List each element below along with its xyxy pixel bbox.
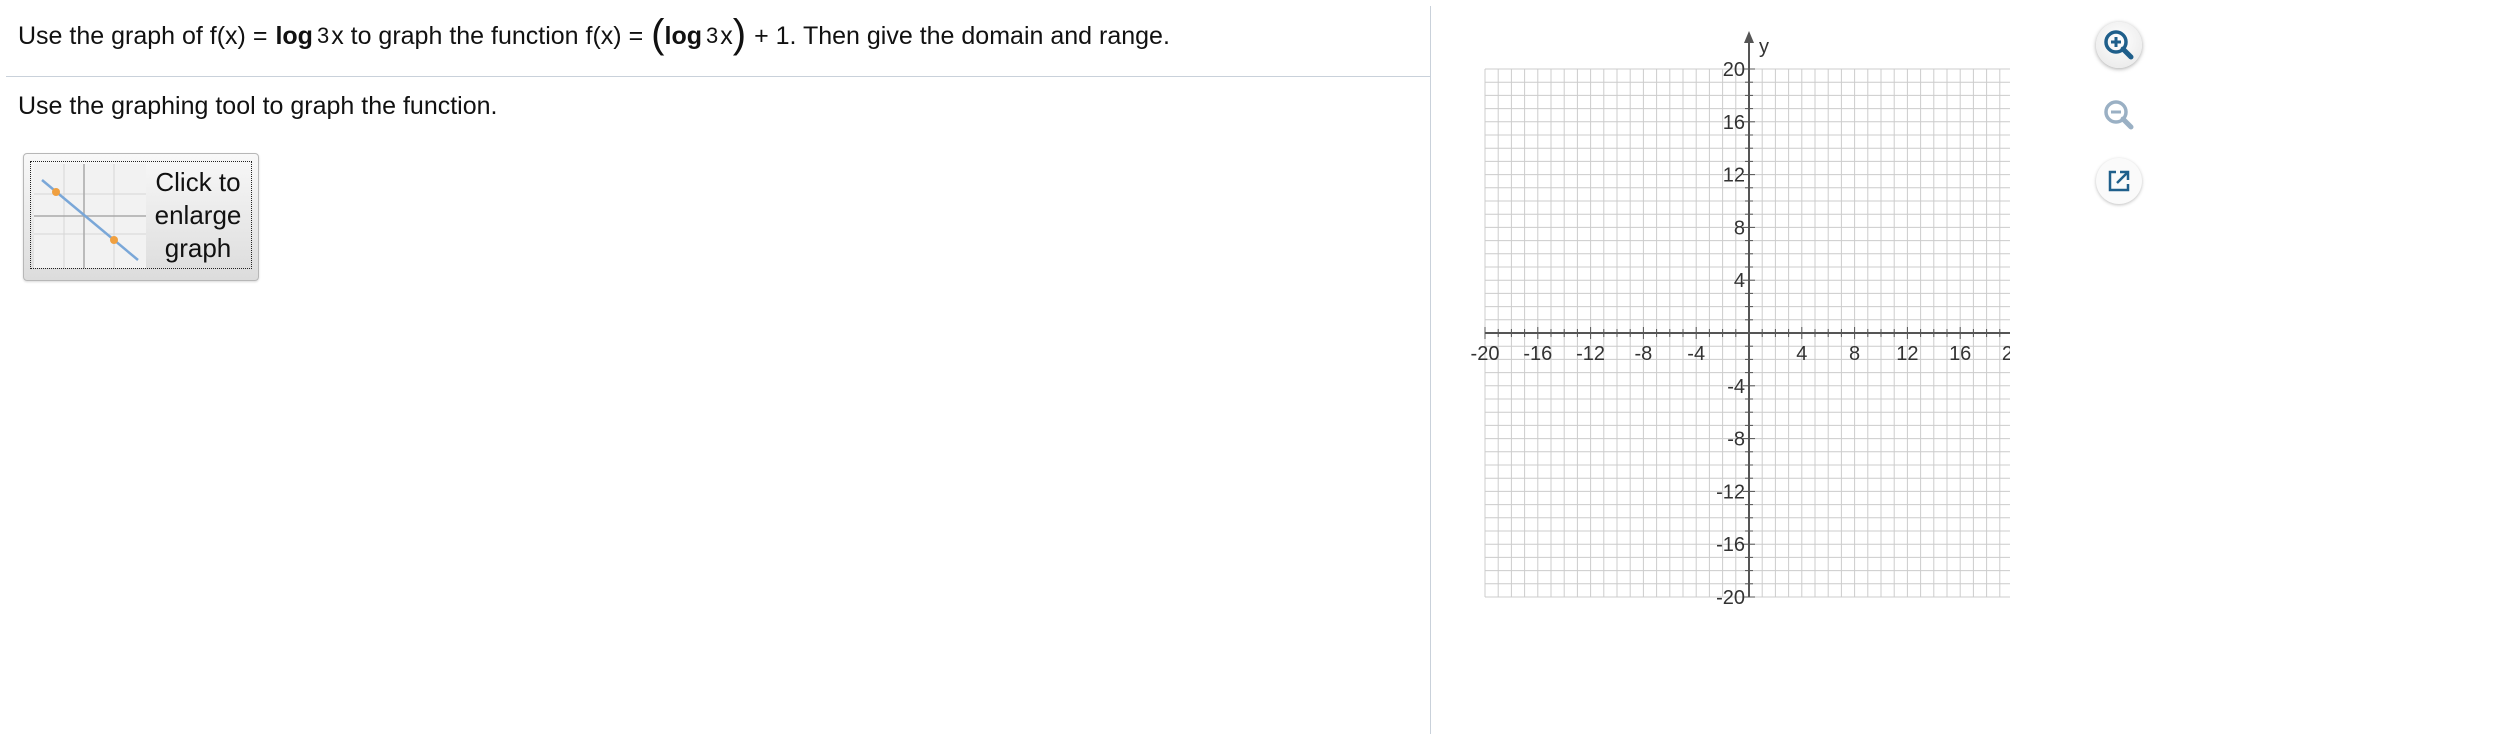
y-axis-label: y <box>1759 36 1769 58</box>
x-tick-label: 20 <box>2002 343 2010 365</box>
y-tick-label: -16 <box>1716 534 1745 556</box>
instruction-text: Use the graphing tool to graph the funct… <box>18 92 498 120</box>
zoom-out-button[interactable] <box>2096 92 2142 138</box>
y-tick-label: -4 <box>1727 376 1745 398</box>
close-paren: ) <box>732 12 747 56</box>
x-tick-label: -8 <box>1635 343 1653 365</box>
popout-icon <box>2108 170 2130 192</box>
y-axis-arrow <box>1744 31 1754 43</box>
question-part-1: Use the graph of f(x) = <box>18 22 268 50</box>
log-function-1: log <box>275 22 313 50</box>
enlarge-graph-label: Click to enlarge graph <box>154 167 242 263</box>
y-tick-label: 4 <box>1734 270 1745 292</box>
zoom-in-button[interactable] <box>2096 22 2142 68</box>
x-tick-label: -4 <box>1687 343 1705 365</box>
x-tick-label: 8 <box>1849 343 1860 365</box>
enlarge-graph-button[interactable]: Click to enlarge graph <box>23 153 259 281</box>
zoom-in-icon <box>2104 30 2134 60</box>
y-tick-label: 16 <box>1723 112 1745 134</box>
x-tick-label: 16 <box>1949 343 1971 365</box>
panel-divider <box>1430 6 1431 734</box>
y-tick-label: 8 <box>1734 217 1745 239</box>
open-paren: ( <box>651 12 665 56</box>
question-divider <box>6 76 1430 77</box>
y-tick-label: 12 <box>1723 165 1745 187</box>
popout-button[interactable] <box>2096 158 2142 204</box>
log-argument-2: x <box>720 22 733 50</box>
question-text: Use the graph of f(x) = log 3 x to graph… <box>18 12 1170 56</box>
question-part-3: + 1. Then give the domain and range. <box>754 22 1170 50</box>
question-panel: Use the graph of f(x) = log 3 x to graph… <box>0 0 1430 734</box>
x-tick-label: 4 <box>1796 343 1807 365</box>
y-tick-label: -8 <box>1727 429 1745 451</box>
stage: Use the graph of f(x) = log 3 x to graph… <box>0 0 2502 734</box>
x-tick-label: -16 <box>1523 343 1552 365</box>
coordinate-graph[interactable]: -20 -16 -12 -8 -4 4 8 12 16 20 20 16 12 8 4 -4 -8 -12 -16 -… <box>1440 14 2010 654</box>
y-tick-label: -12 <box>1716 481 1745 503</box>
question-part-2: x to graph the function f(x) = <box>331 22 644 50</box>
x-tick-label: 12 <box>1896 343 1918 365</box>
y-tick-label: -20 <box>1716 587 1745 609</box>
y-tick-label: 20 <box>1723 59 1745 81</box>
x-tick-label: -20 <box>1471 343 1500 365</box>
x-tick-label: -12 <box>1576 343 1605 365</box>
graph-thumbnail-icon <box>34 164 146 268</box>
zoom-out-icon <box>2104 100 2134 130</box>
log-function-2: log <box>664 22 703 50</box>
